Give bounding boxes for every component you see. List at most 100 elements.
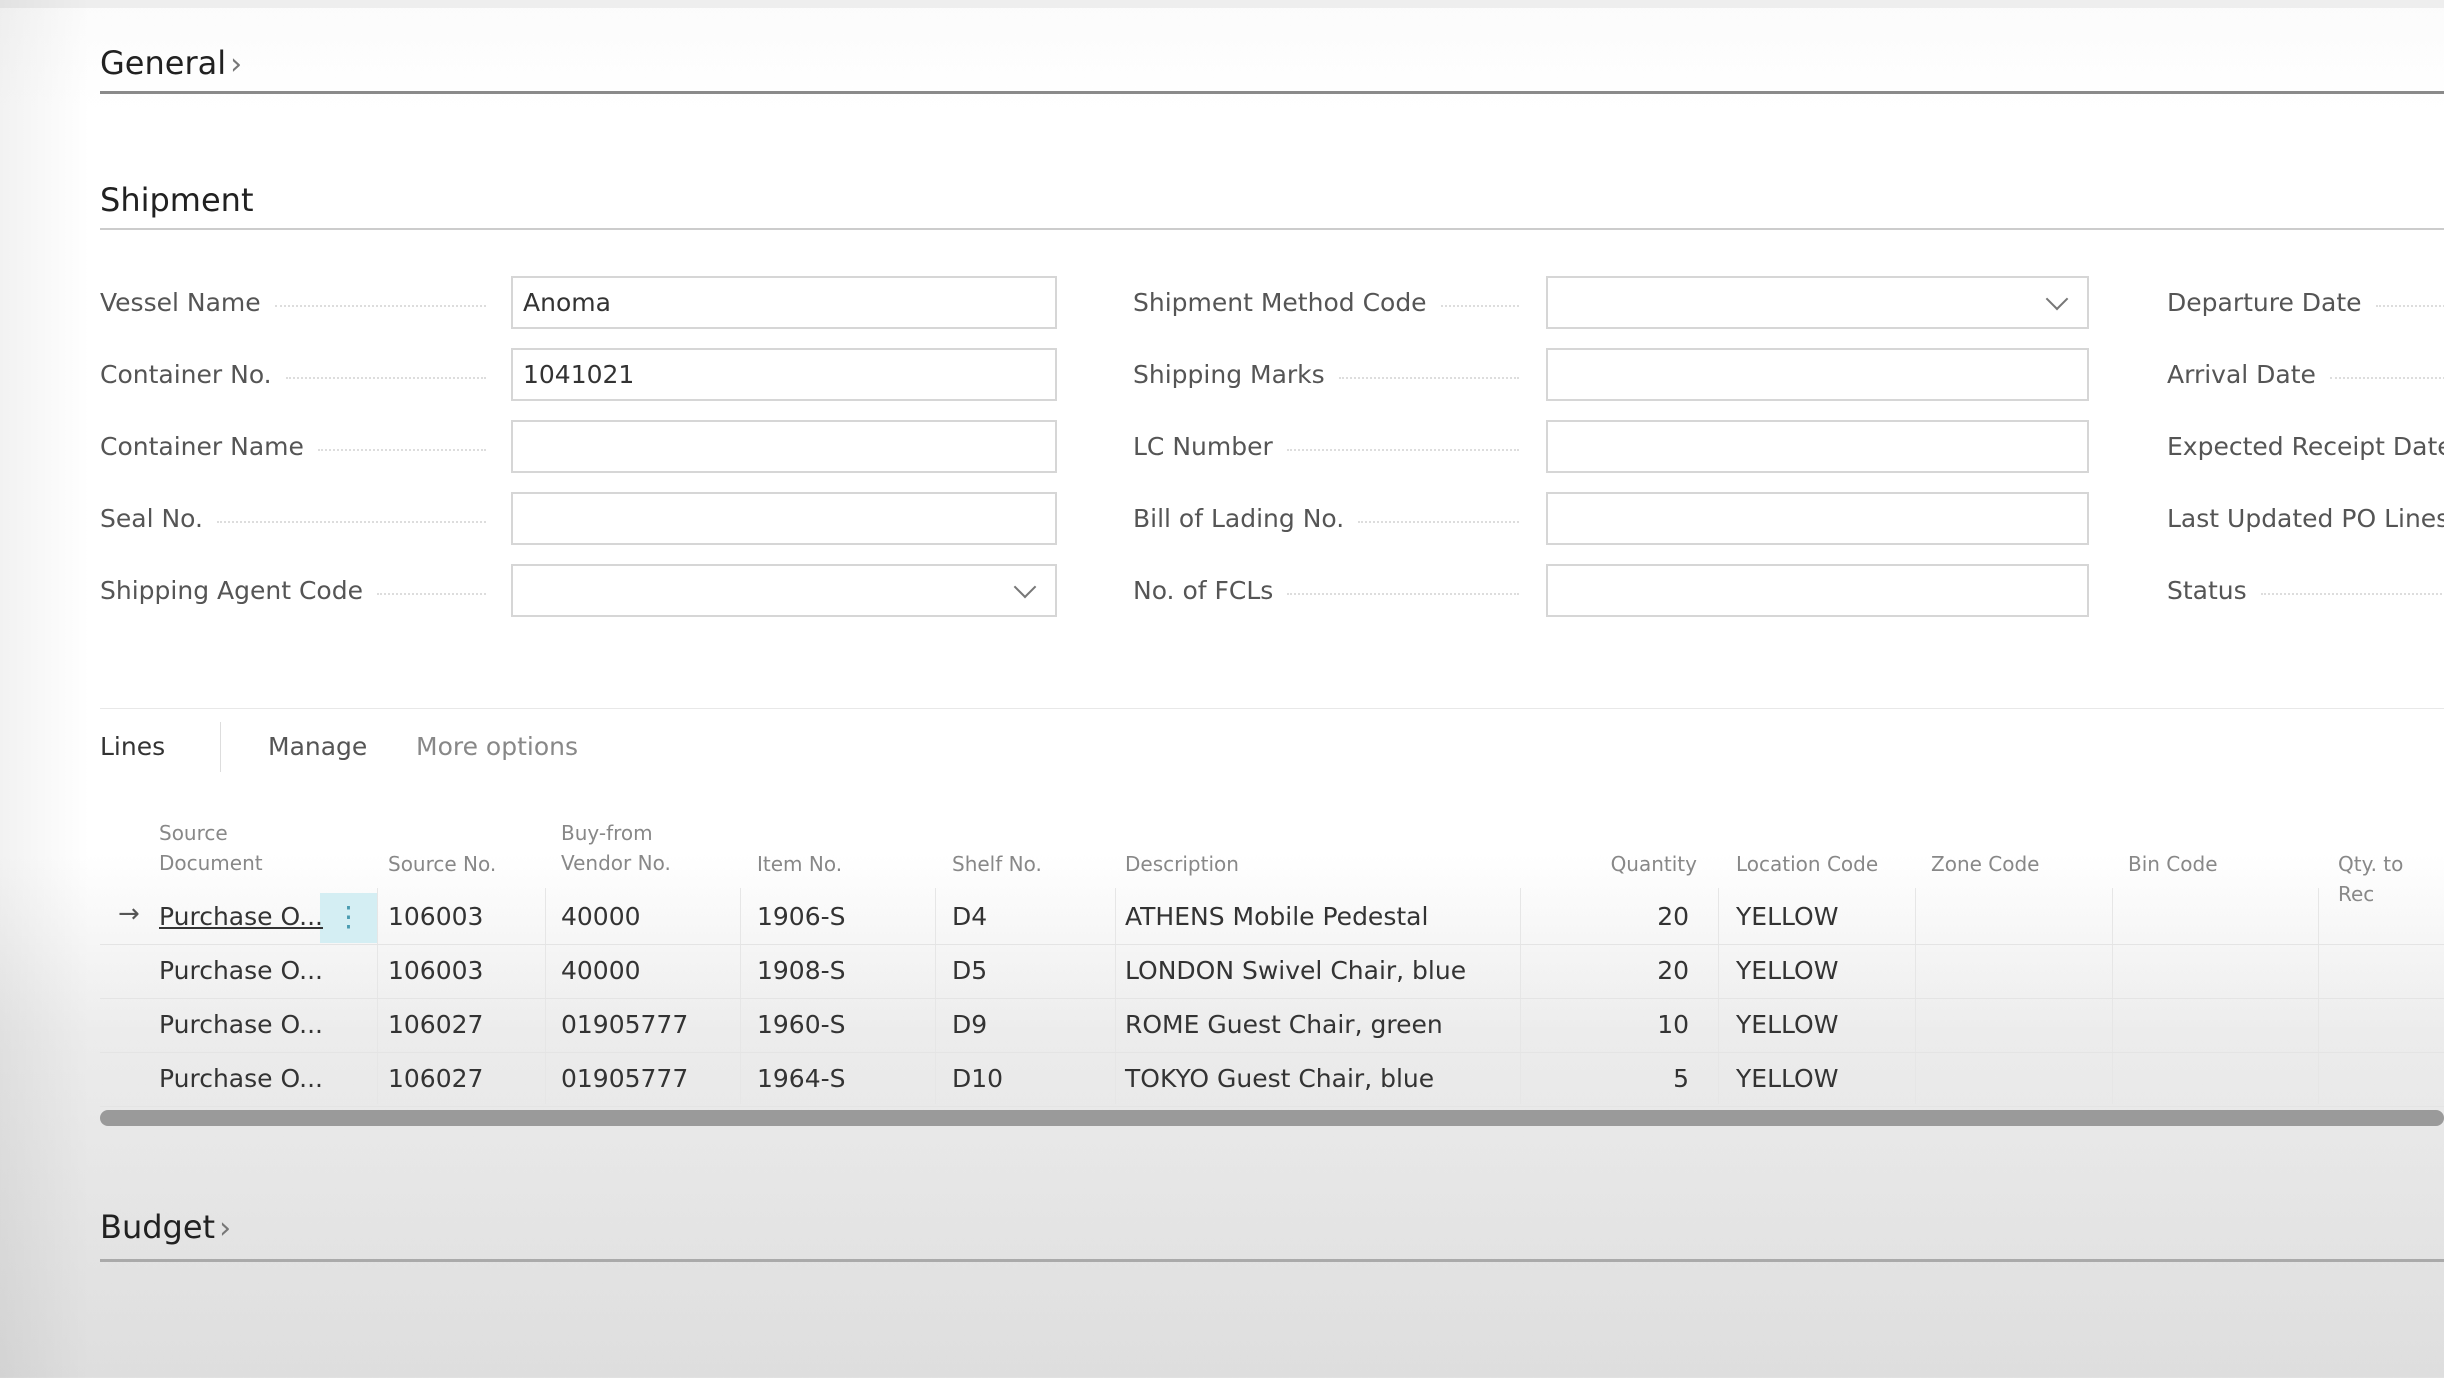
table-cell: 01905777 [561, 1010, 689, 1039]
label-text: Status [2167, 576, 2247, 605]
table-cell: LONDON Swivel Chair, blue [1125, 956, 1467, 985]
source-document-link[interactable]: Purchase O... [159, 902, 323, 931]
table-cell: 106027 [388, 1010, 484, 1039]
table-cell: YELLOW [1736, 1010, 1839, 1039]
leader-dots [317, 448, 486, 451]
text-field[interactable] [511, 420, 1057, 473]
section-title: Budget [100, 1208, 216, 1246]
leader-dots [2375, 304, 2444, 307]
field-label: Last Updated PO Lines [2167, 504, 2444, 533]
table-cell: 40000 [561, 956, 641, 985]
table-cell: 20 [1657, 956, 1689, 985]
chevron-down-icon [1013, 575, 1037, 598]
field-label: Expected Receipt Date [2167, 432, 2444, 461]
column-header[interactable]: Location Code [1736, 849, 1878, 879]
table-cell: YELLOW [1736, 902, 1839, 931]
table-cell: 106027 [388, 1064, 484, 1093]
text-field[interactable] [1546, 420, 2089, 473]
text-field[interactable] [1546, 492, 2089, 545]
source-document-link[interactable]: Purchase O... [159, 956, 323, 985]
field-label: Shipping Agent Code [100, 576, 500, 605]
section-budget-header[interactable]: Budget › [100, 1208, 231, 1246]
table-cell: 1960-S [757, 1010, 846, 1039]
toolbar-divider [220, 722, 221, 772]
leader-dots [216, 520, 486, 523]
label-text: Container Name [100, 432, 304, 461]
column-header[interactable]: Shelf No. [952, 849, 1042, 879]
table-cell: 20 [1657, 902, 1689, 931]
source-document-link[interactable]: Purchase O... [159, 1064, 323, 1093]
more-options-button[interactable]: More options [416, 732, 578, 761]
field-label: Shipment Method Code [1133, 288, 1533, 317]
table-cell: 10 [1657, 1010, 1689, 1039]
leader-dots [2260, 592, 2444, 595]
dropdown-field[interactable] [511, 564, 1057, 617]
label-text: Last Updated PO Lines [2167, 504, 2444, 533]
column-header[interactable]: Zone Code [1931, 849, 2039, 879]
field-value: 1041021 [523, 360, 635, 389]
leader-dots [1440, 304, 1519, 307]
leader-dots [285, 376, 486, 379]
text-field[interactable] [1546, 564, 2089, 617]
source-document-link[interactable]: Purchase O... [159, 1010, 323, 1039]
leader-dots [376, 592, 486, 595]
column-header[interactable]: Description [1125, 849, 1239, 879]
column-header[interactable]: Buy-from Vendor No. [561, 818, 681, 878]
leader-dots [2329, 376, 2444, 379]
label-text: Expected Receipt Date [2167, 432, 2444, 461]
field-label: Departure Date [2167, 288, 2444, 317]
section-general-header[interactable]: General › [100, 44, 242, 82]
table-cell: 106003 [388, 902, 484, 931]
chevron-down-icon [2045, 287, 2069, 310]
text-field[interactable] [511, 492, 1057, 545]
table-cell: 1906-S [757, 902, 846, 931]
divider [100, 91, 2444, 94]
table-cell: ROME Guest Chair, green [1125, 1010, 1443, 1039]
label-text: Container No. [100, 360, 272, 389]
table-cell: 01905777 [561, 1064, 689, 1093]
table-cell: D9 [952, 1010, 988, 1039]
current-row-arrow-icon: → [118, 899, 140, 929]
leader-dots [1358, 520, 1519, 523]
table-cell: D4 [952, 902, 988, 931]
table-cell: D10 [952, 1064, 1004, 1093]
dropdown-field[interactable] [1546, 276, 2089, 329]
field-label: LC Number [1133, 432, 1533, 461]
left-shade [0, 0, 90, 1378]
table-cell: YELLOW [1736, 1064, 1839, 1093]
text-field[interactable] [1546, 348, 2089, 401]
chevron-right-icon: › [230, 47, 243, 82]
divider [100, 1259, 2444, 1262]
row-actions-icon[interactable]: ⋮ [320, 893, 377, 943]
section-shipment-header[interactable]: Shipment [100, 181, 253, 219]
column-header[interactable]: Quantity [1611, 849, 1697, 879]
label-text: Vessel Name [100, 288, 261, 317]
table-cell: TOKYO Guest Chair, blue [1125, 1064, 1435, 1093]
text-field[interactable]: Anoma [511, 276, 1057, 329]
section-title: General [100, 44, 227, 82]
field-label: Shipping Marks [1133, 360, 1533, 389]
top-border [0, 0, 2444, 8]
table-cell: ATHENS Mobile Pedestal [1125, 902, 1429, 931]
field-label: Container Name [100, 432, 500, 461]
column-header[interactable]: Source No. [388, 849, 496, 879]
field-value: Anoma [523, 288, 611, 317]
label-text: Shipment Method Code [1133, 288, 1427, 317]
divider [100, 228, 2444, 230]
column-header[interactable]: Bin Code [2128, 849, 2218, 879]
manage-button[interactable]: Manage [268, 732, 367, 761]
label-text: Shipping Agent Code [100, 576, 363, 605]
horizontal-scrollbar[interactable] [100, 1110, 2444, 1126]
table-cell: 5 [1673, 1064, 1689, 1093]
lines-title: Lines [100, 732, 166, 761]
column-header[interactable]: Source Document [159, 818, 279, 878]
text-field[interactable]: 1041021 [511, 348, 1057, 401]
table-cell: 106003 [388, 956, 484, 985]
label-text: No. of FCLs [1133, 576, 1274, 605]
column-header[interactable]: Item No. [757, 849, 842, 879]
leader-dots [1287, 592, 1519, 595]
label-text: Bill of Lading No. [1133, 504, 1345, 533]
field-label: Seal No. [100, 504, 500, 533]
table-cell: 1964-S [757, 1064, 846, 1093]
table-cell: D5 [952, 956, 988, 985]
